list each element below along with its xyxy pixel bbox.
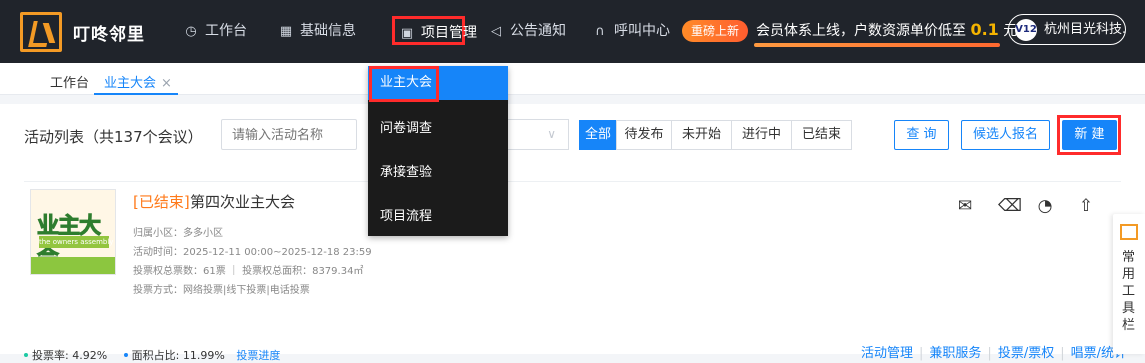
vip-badge-icon: V12: [1015, 19, 1037, 41]
top-navigation-bar: 叮咚邻里 ◷ 工作台 ▦ 基础信息 ▣ 项目管理 ◁ 公告通知 ∩ 呼叫中心 重磅上新 会…: [0, 0, 1145, 63]
activity-list-title: 活动列表（共137个会议）: [24, 128, 203, 146]
dropdown-item-questionnaire[interactable]: 问卷调查: [368, 112, 508, 146]
filter-ended[interactable]: 已结束: [791, 120, 852, 150]
active-tab-indicator: [94, 93, 178, 95]
eraser-icon[interactable]: ⌫: [998, 197, 1022, 215]
nav-call-center[interactable]: ∩ 呼叫中心: [592, 20, 670, 40]
megaphone-icon: ◁: [491, 24, 501, 39]
tools-logo-icon: [1120, 224, 1138, 240]
meeting-poster-image: 业主大会 the owners assembly: [30, 189, 116, 275]
meeting-title[interactable]: 第四次业主大会: [190, 191, 295, 212]
nav-project-management[interactable]: ▣ 项目管理: [392, 16, 477, 45]
headset-icon: ∩: [595, 24, 605, 39]
promo-announcement[interactable]: 会员体系上线，户数资源单价低至 0.1 元!: [756, 20, 1023, 40]
promo-badge[interactable]: 重磅上新: [682, 20, 748, 42]
poster-decoration: [31, 257, 115, 274]
filter-not-started[interactable]: 未开始: [671, 120, 732, 150]
common-tools-panel[interactable]: 常用工具栏: [1113, 214, 1145, 354]
promo-price: 0.1: [970, 20, 999, 39]
common-tools-label: 常用工具栏: [1122, 250, 1136, 333]
main-content: 活动列表（共137个会议） ∨ 全部 待发布 未开始 进行中 已结束 查 询 候…: [0, 104, 1145, 362]
page-tabs: 工作台 业主大会 ×: [0, 63, 1145, 95]
vote-progress-link[interactable]: 投票进度: [236, 349, 280, 362]
list-divider: [24, 181, 1121, 182]
meeting-votes-summary: 投票权总票数：61票 ｜ 投票权总面积：8379.34㎡: [133, 266, 364, 277]
document-icon: ▣: [400, 26, 414, 41]
promo-underline: [754, 43, 1000, 47]
candidate-registration-button[interactable]: 候选人报名: [961, 120, 1050, 150]
tab-workbench[interactable]: 工作台: [50, 72, 89, 91]
mail-icon[interactable]: ✉: [956, 197, 974, 215]
grid-icon: ▦: [279, 24, 293, 39]
new-button[interactable]: 新 建: [1062, 120, 1117, 150]
nav-announcements[interactable]: ◁ 公告通知: [488, 20, 566, 40]
chart-icon[interactable]: ◔: [1036, 197, 1054, 215]
meeting-voting-method: 投票方式：网络投票|线下投票|电话投票: [133, 285, 310, 296]
dropdown-item-acceptance-inspection[interactable]: 承接查验: [368, 156, 508, 190]
account-name: 杭州目光科技...: [1044, 22, 1126, 37]
project-management-dropdown: 业主大会 问卷调查 承接查验 项目流程: [368, 66, 508, 236]
activity-name-search-input[interactable]: [221, 119, 357, 150]
filter-all[interactable]: 全部: [579, 120, 617, 150]
close-icon[interactable]: ×: [161, 76, 172, 91]
meeting-stats: 投票率: 4.92% 面积占比: 11.99% 投票进度: [24, 347, 280, 363]
query-button[interactable]: 查 询: [894, 120, 949, 150]
account-menu[interactable]: V12 杭州目光科技...: [1008, 14, 1126, 45]
app-name: 叮咚邻里: [73, 25, 145, 45]
clock-icon: ◷: [185, 24, 197, 39]
poster-subtitle: the owners assembly: [39, 236, 114, 248]
filter-pending-publish[interactable]: 待发布: [616, 120, 672, 150]
dropdown-item-owners-meeting[interactable]: 业主大会: [368, 66, 508, 100]
meeting-time: 活动时间：2025-12-11 00:00~2025-12-18 23:59: [133, 247, 372, 258]
nav-workbench[interactable]: ◷ 工作台: [183, 20, 247, 40]
meeting-community: 归属小区：多多小区: [133, 228, 223, 239]
filter-in-progress[interactable]: 进行中: [731, 120, 792, 150]
brand-logo-icon[interactable]: [20, 12, 62, 52]
dropdown-item-project-process[interactable]: 项目流程: [368, 200, 508, 234]
meeting-action-links: 活动管理 | 兼职服务 | 投票/票权 | 唱票/统计: [861, 346, 1127, 361]
meeting-status: [已结束]: [133, 193, 190, 211]
poster-title: 业主大会: [37, 214, 102, 272]
activity-type-select[interactable]: ∨: [508, 119, 569, 150]
nav-basic-info[interactable]: ▦ 基础信息: [278, 20, 356, 40]
tab-owners-meeting[interactable]: 业主大会 ×: [104, 72, 172, 91]
share-icon[interactable]: ⇧: [1077, 197, 1095, 215]
